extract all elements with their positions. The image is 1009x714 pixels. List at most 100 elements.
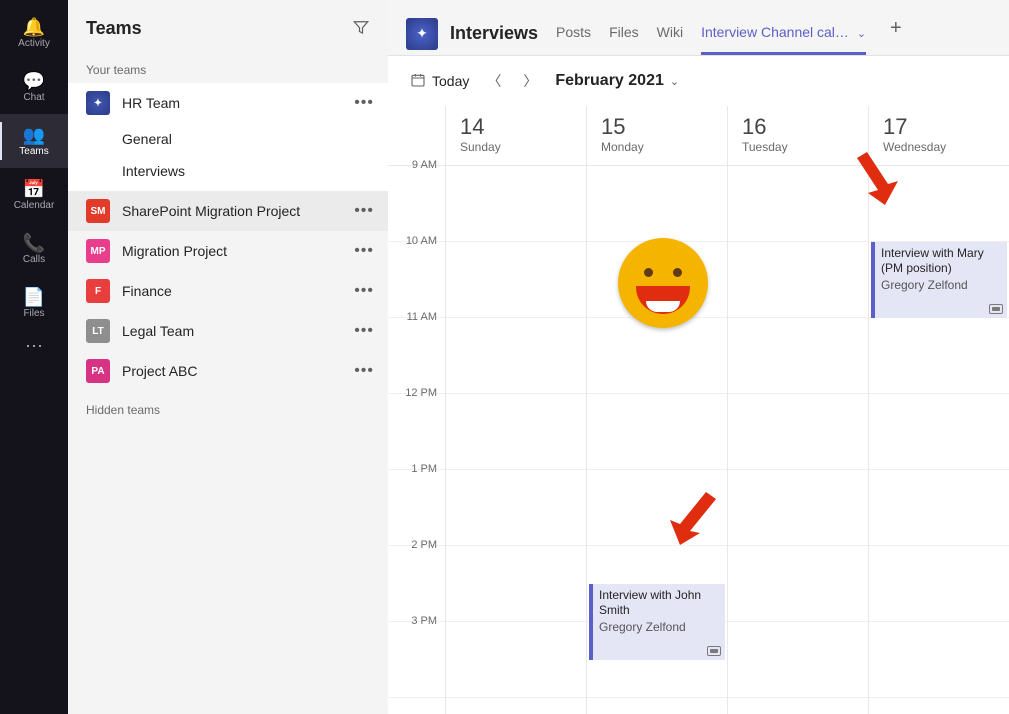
day-slots[interactable]: Interview with John Smith Gregory Zelfon… [587,166,727,698]
tab-label: Interview Channel cal… [701,24,849,40]
day-column[interactable]: 16 Tuesday [728,106,869,714]
time-slot[interactable] [869,470,1009,546]
tab-files[interactable]: Files [609,24,639,55]
day-slots[interactable] [728,166,868,698]
team-item[interactable]: LT Legal Team ••• [68,311,388,351]
team-more-button[interactable]: ••• [354,322,374,340]
time-slot[interactable] [587,318,727,394]
team-name: Legal Team [122,323,342,339]
main-content: ✦ Interviews Posts Files Wiki Interview … [388,0,1009,714]
team-item[interactable]: PA Project ABC ••• [68,351,388,391]
rail-chat[interactable]: 💬 Chat [0,60,68,114]
time-slot[interactable] [446,318,586,394]
time-slot[interactable] [446,470,586,546]
team-more-button[interactable]: ••• [354,242,374,260]
time-label: 10 AM [406,235,437,247]
next-button[interactable]: 〉 [519,70,541,92]
rail-files[interactable]: 📄 Files [0,276,68,330]
rail-calendar[interactable]: 📅 Calendar [0,168,68,222]
rail-label: Calls [23,254,45,265]
time-slot[interactable] [728,318,868,394]
time-label: 3 PM [411,615,437,627]
time-slot[interactable] [446,166,586,242]
tab-interview-calendar[interactable]: Interview Channel cal… ⌄ [701,24,866,55]
section-hidden-teams: Hidden teams [68,391,388,423]
time-slot[interactable] [728,546,868,622]
today-button[interactable]: Today [410,72,469,91]
day-slots[interactable]: Interview with Mary (PM position) Gregor… [869,166,1009,698]
channel-tabs: Posts Files Wiki Interview Channel cal… … [556,12,866,55]
team-block-hr: ✦ HR Team ••• General Interviews [68,83,388,191]
chat-icon: 💬 [23,72,45,90]
bell-icon: 🔔 [23,18,45,36]
tab-wiki[interactable]: Wiki [657,24,683,55]
time-slot[interactable] [446,242,586,318]
time-slot[interactable] [446,622,586,698]
add-tab-button[interactable]: + [890,17,902,40]
teams-panel-header: Teams [68,0,388,51]
channel-name: Interviews [122,163,185,179]
time-slot[interactable] [587,470,727,546]
time-slot[interactable] [728,166,868,242]
tab-posts[interactable]: Posts [556,24,591,55]
filter-icon[interactable] [352,18,370,39]
team-avatar: ✦ [86,91,110,115]
day-column[interactable]: 14 Sunday [446,106,587,714]
month-picker[interactable]: February 2021 ⌄ [555,72,679,90]
app-rail: 🔔 Activity 💬 Chat 👥 Teams 📅 Calendar 📞 C… [0,0,68,714]
chevron-down-icon: ⌄ [857,28,866,40]
calendar-event[interactable]: Interview with Mary (PM position) Gregor… [871,242,1007,318]
team-more-button[interactable]: ••• [354,362,374,380]
team-avatar: MP [86,239,110,263]
day-column[interactable]: 15 Monday Interview with John Smith Grego… [587,106,728,714]
rail-teams[interactable]: 👥 Teams [0,114,68,168]
team-item[interactable]: MP Migration Project ••• [68,231,388,271]
time-slot[interactable] [587,166,727,242]
month-label: February 2021 [555,72,664,90]
day-header: 17 Wednesday [869,106,1009,166]
time-slot[interactable] [869,546,1009,622]
rail-label: Teams [19,146,48,157]
channel-interviews[interactable]: Interviews [68,155,388,187]
time-slot[interactable] [587,394,727,470]
time-slot[interactable] [728,470,868,546]
time-slot[interactable] [728,394,868,470]
time-slot[interactable] [446,394,586,470]
time-slot[interactable] [869,394,1009,470]
time-label: 12 PM [405,387,437,399]
day-slots[interactable] [446,166,586,698]
team-item[interactable]: F Finance ••• [68,271,388,311]
day-header: 15 Monday [587,106,727,166]
team-item[interactable]: ✦ HR Team ••• [68,83,388,123]
calendar-event[interactable]: Interview with John Smith Gregory Zelfon… [589,584,725,660]
channel-general[interactable]: General [68,123,388,155]
time-slot[interactable] [728,622,868,698]
time-slot[interactable] [728,242,868,318]
team-more-button[interactable]: ••• [354,282,374,300]
time-slot[interactable] [869,622,1009,698]
day-column[interactable]: 17 Wednesday Interview with Mary (PM posi… [869,106,1009,714]
rail-label: Calendar [14,200,55,211]
time-slot[interactable] [869,318,1009,394]
time-slot[interactable] [446,546,586,622]
teams-panel: Teams Your teams ✦ HR Team ••• General I… [68,0,388,714]
rail-calls[interactable]: 📞 Calls [0,222,68,276]
event-title: Interview with Mary (PM position) [881,246,1001,276]
event-organizer: Gregory Zelfond [881,278,1001,292]
today-label: Today [432,73,469,89]
day-name: Tuesday [742,140,854,154]
team-more-button[interactable]: ••• [354,202,374,220]
rail-activity[interactable]: 🔔 Activity [0,6,68,60]
team-item[interactable]: SM SharePoint Migration Project ••• [68,191,388,231]
event-category-icon [989,304,1003,314]
channel-avatar: ✦ [406,18,438,50]
team-avatar: F [86,279,110,303]
phone-icon: 📞 [23,234,45,252]
time-slot[interactable] [869,166,1009,242]
rail-more-button[interactable]: ⋯ [25,336,43,357]
channel-header: ✦ Interviews Posts Files Wiki Interview … [388,0,1009,56]
time-slot[interactable] [587,242,727,318]
calendar-icon: 📅 [23,180,45,198]
team-more-button[interactable]: ••• [354,94,374,112]
prev-button[interactable]: 〈 [483,70,505,92]
